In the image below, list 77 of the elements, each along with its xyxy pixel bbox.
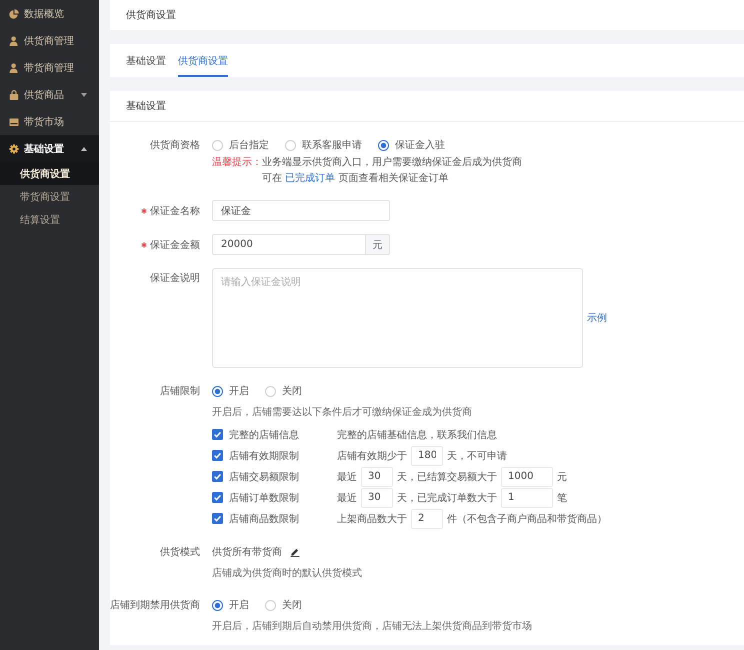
condition-text: 上架商品数大于	[337, 512, 407, 526]
condition-text: 完整的店铺基础信息，联系我们信息	[337, 428, 497, 442]
checkbox-option[interactable]: 店铺交易额限制	[212, 470, 337, 484]
hint-text: 开启后，店铺需要达以下条件后才可缴纳保证金成为供货商	[212, 406, 472, 420]
number-input[interactable]: 30	[361, 488, 393, 508]
field-label: 店铺到期禁用供货商	[110, 598, 200, 612]
nav-subitem[interactable]: 供货商设置	[0, 162, 99, 185]
condition-text: 元	[557, 470, 567, 484]
number-input[interactable]: 180	[411, 446, 443, 466]
tab[interactable]: 基础设置	[126, 44, 166, 77]
lock-icon	[9, 90, 19, 100]
radio-icon[interactable]	[378, 140, 389, 150]
field-label: 供货模式	[160, 546, 200, 559]
tip-text: 业务端显示供货商入口，用户需要缴纳保证金后成为供货商	[262, 156, 522, 170]
nav-item[interactable]: 数据概览	[0, 0, 99, 27]
condition-text: 件（不包含子商户商品和带货商品）	[447, 512, 607, 526]
example-link[interactable]: 示例	[587, 311, 607, 325]
checkbox-icon[interactable]	[212, 492, 223, 503]
nav-subitem[interactable]: 结算设置	[0, 208, 99, 231]
section-title: 基础设置	[126, 100, 166, 113]
number-input[interactable]: 1000	[501, 466, 553, 486]
checkbox-option[interactable]: 店铺商品数限制	[212, 512, 337, 526]
nav-item[interactable]: 带货市场	[0, 108, 99, 135]
amount-input[interactable]: 20000	[212, 234, 366, 255]
nav-subitem[interactable]: 带货商设置	[0, 185, 99, 208]
condition-text: 天，已完成订单数大于	[397, 492, 497, 504]
page-title: 供货商设置	[126, 8, 176, 22]
nav-item[interactable]: 供货商管理	[0, 27, 99, 54]
radio-icon[interactable]	[212, 386, 223, 396]
field-label: 店铺限制	[160, 384, 200, 398]
pencil-icon[interactable]	[290, 547, 300, 557]
radio-option[interactable]: 关闭	[265, 598, 302, 612]
tip-label: 温馨提示：	[212, 156, 262, 170]
condition-text: 店铺有效期少于	[337, 450, 407, 462]
card-icon	[9, 116, 19, 126]
nav-item[interactable]: 供货商品	[0, 81, 99, 108]
checkbox-option[interactable]: 店铺有效期限制	[212, 448, 337, 462]
radio-option[interactable]: 关闭	[265, 384, 302, 398]
mode-value: 供货所有带货商	[212, 546, 282, 559]
nav-item[interactable]: 带货商管理	[0, 54, 99, 81]
unit-addon: 元	[366, 234, 390, 255]
condition-text: 最近	[337, 470, 357, 484]
field-label: 保证金名称	[150, 204, 200, 218]
number-input[interactable]: 2	[411, 508, 443, 528]
radio-option[interactable]: 开启	[212, 598, 249, 612]
text-input[interactable]: 保证金	[212, 200, 390, 221]
checkbox-icon[interactable]	[212, 513, 223, 524]
condition-text: 最近	[337, 492, 357, 504]
checkbox-option[interactable]: 完整的店铺信息	[212, 428, 337, 442]
field-label: 供货商资格	[150, 138, 200, 152]
condition-text: 天，已结算交易额大于	[397, 470, 497, 484]
number-input[interactable]: 30	[361, 466, 393, 486]
hint-text: 开启后，店铺到期后自动禁用供货商，店铺无法上架供货商品到带货市场	[212, 620, 532, 634]
tip-text: 可在 已完成订单 页面查看相关保证金订单	[262, 172, 448, 186]
hint-text: 店铺成为供货商时的默认供货模式	[212, 566, 362, 581]
checkbox-icon[interactable]	[212, 471, 223, 482]
checkbox-icon[interactable]	[212, 429, 223, 440]
field-label: 保证金说明	[150, 272, 200, 285]
user-icon	[9, 62, 19, 72]
condition-text: 天，不可申请	[447, 450, 507, 462]
checkbox-icon[interactable]	[212, 450, 223, 461]
description-field[interactable]: 请输入保证金说明	[212, 268, 583, 368]
condition-text: 笔	[557, 492, 567, 504]
radio-option[interactable]: 开启	[212, 384, 249, 398]
radio-option[interactable]: 保证金入驻	[378, 138, 445, 152]
orders-link[interactable]: 已完成订单	[285, 173, 336, 184]
tab[interactable]: 供货商设置	[178, 44, 228, 77]
nav-item[interactable]: 基础设置	[0, 135, 99, 162]
checkbox-option[interactable]: 店铺订单数限制	[212, 490, 337, 504]
radio-icon[interactable]	[212, 600, 223, 610]
number-input[interactable]: 1	[501, 488, 553, 508]
field-label: 保证金金额	[150, 238, 200, 252]
radio-option[interactable]: 联系客服申请	[285, 138, 362, 152]
pie-chart-icon	[9, 8, 19, 18]
radio-option[interactable]: 后台指定	[212, 138, 269, 152]
settings-icon	[9, 144, 19, 154]
user-icon	[9, 36, 19, 46]
